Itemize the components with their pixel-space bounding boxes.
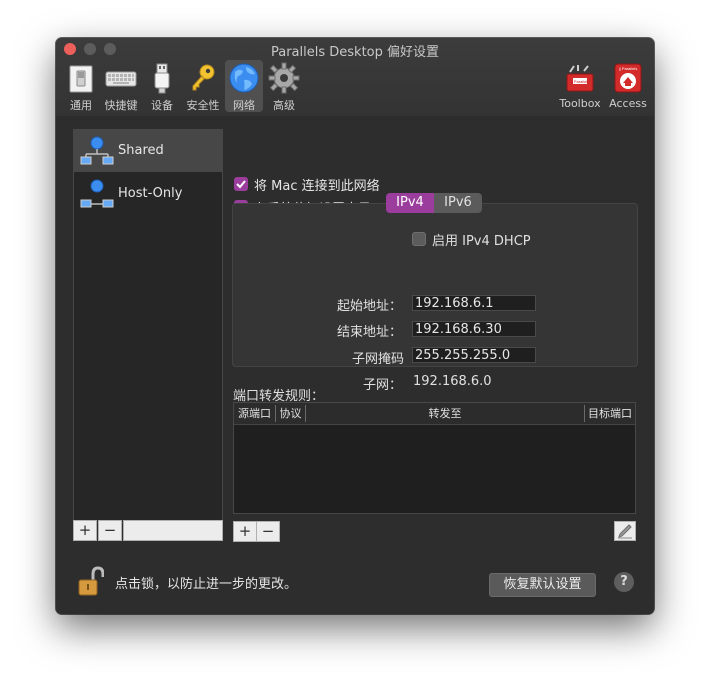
switch-icon xyxy=(69,65,93,93)
globe-icon xyxy=(229,63,259,93)
keyboard-icon xyxy=(105,71,137,87)
access-button[interactable]: || Parallels Access xyxy=(606,60,650,112)
column-protocol[interactable]: 协议 xyxy=(276,403,305,424)
network-item-label: Shared xyxy=(118,143,164,158)
tab-shortcuts[interactable]: 快捷键 xyxy=(100,60,142,112)
tab-network[interactable]: 网络 xyxy=(225,60,263,112)
gear-icon xyxy=(268,62,300,94)
tab-advanced-label: 高级 xyxy=(273,99,295,112)
toolbox-button[interactable]: || Parallels Toolbox xyxy=(556,60,604,112)
checkmark-icon xyxy=(236,180,246,189)
checkbox-unchecked xyxy=(412,232,426,246)
tab-ipv4[interactable]: IPv4 xyxy=(386,193,434,213)
end-address-field[interactable]: 192.168.6.30 xyxy=(412,321,536,337)
tab-security[interactable]: 安全性 xyxy=(182,60,224,112)
window-title: Parallels Desktop 偏好设置 xyxy=(270,45,440,60)
ip-settings-box xyxy=(232,203,638,367)
subnet-mask-label: 子网掩码 xyxy=(351,352,404,367)
add-network-button[interactable]: + xyxy=(73,520,97,541)
restore-defaults-button[interactable]: 恢复默认设置 xyxy=(489,573,596,597)
network-item-label: Host-Only xyxy=(118,186,183,201)
remove-rule-button[interactable]: − xyxy=(256,521,280,542)
access-icon: || Parallels xyxy=(614,63,642,93)
toolbox-icon: || Parallels xyxy=(566,65,594,92)
network-item-host-only[interactable]: Host-Only xyxy=(74,173,222,215)
access-label: Access xyxy=(609,97,647,110)
lock-hint: 点击锁，以防止进一步的更改。 xyxy=(115,577,298,592)
network-icon xyxy=(80,136,114,165)
checkbox-checked xyxy=(234,177,248,191)
subnet-mask-field[interactable]: 255.255.255.0 xyxy=(412,347,536,363)
unlocked-lock-icon[interactable] xyxy=(78,566,104,596)
tab-advanced[interactable]: 高级 xyxy=(265,60,303,112)
tab-general-label: 通用 xyxy=(70,99,92,112)
tab-network-label: 网络 xyxy=(233,99,255,112)
preferences-window: Parallels Desktop 偏好设置 通用 快捷键 设备 安全性 网络 … xyxy=(56,38,654,614)
help-button[interactable]: ? xyxy=(614,572,634,592)
tab-devices[interactable]: 设备 xyxy=(144,60,180,112)
column-target-port[interactable]: 目标端口 xyxy=(585,403,635,424)
network-item-shared[interactable]: Shared xyxy=(74,130,222,172)
tab-security-label: 安全性 xyxy=(186,99,220,112)
toolbox-badge: || Parallels xyxy=(571,79,590,84)
usb-icon xyxy=(154,63,170,94)
network-icon xyxy=(80,179,114,208)
table-header: 源端口 协议 转发至 目标端口 xyxy=(234,403,635,425)
start-address-field[interactable]: 192.168.6.1 xyxy=(412,295,536,311)
network-list: Shared Host-Only xyxy=(73,129,223,523)
tab-shortcuts-label: 快捷键 xyxy=(104,99,138,112)
add-rule-button[interactable]: + xyxy=(233,521,257,542)
subnet-value: 192.168.6.0 xyxy=(413,374,492,389)
column-source-port[interactable]: 源端口 xyxy=(234,403,275,424)
start-address-label: 起始地址： xyxy=(336,299,402,314)
connect-mac-label: 将 Mac 连接到此网络 xyxy=(254,179,380,194)
remove-network-button[interactable]: − xyxy=(98,520,122,541)
key-icon xyxy=(192,64,215,91)
dhcp-checkbox[interactable]: 启用 IPv4 DHCP xyxy=(412,230,542,249)
network-list-toolbar: + − xyxy=(73,520,223,541)
end-address-label: 结束地址： xyxy=(336,325,402,340)
column-forward-to[interactable]: 转发至 xyxy=(306,403,584,424)
edit-rule-button[interactable] xyxy=(614,521,636,541)
list-toolbar-spacer xyxy=(123,520,223,541)
port-forwarding-table: 源端口 协议 转发至 目标端口 xyxy=(233,402,636,514)
tab-general[interactable]: 通用 xyxy=(62,60,100,112)
pencil-icon xyxy=(618,524,632,539)
dhcp-label: 启用 IPv4 DHCP xyxy=(432,234,531,249)
toolbox-label: Toolbox xyxy=(559,97,601,110)
access-badge: || Parallels xyxy=(619,66,638,71)
tab-ipv6[interactable]: IPv6 xyxy=(434,193,482,213)
tab-devices-label: 设备 xyxy=(151,99,173,112)
network-pane: Shared Host-Only + − 将 Mac 连接到此网络 IPv4 I… xyxy=(56,116,654,614)
toolbar: Parallels Desktop 偏好设置 通用 快捷键 设备 安全性 网络 … xyxy=(56,38,654,117)
connect-mac-checkbox[interactable]: 将 Mac 连接到此网络 xyxy=(234,175,434,194)
